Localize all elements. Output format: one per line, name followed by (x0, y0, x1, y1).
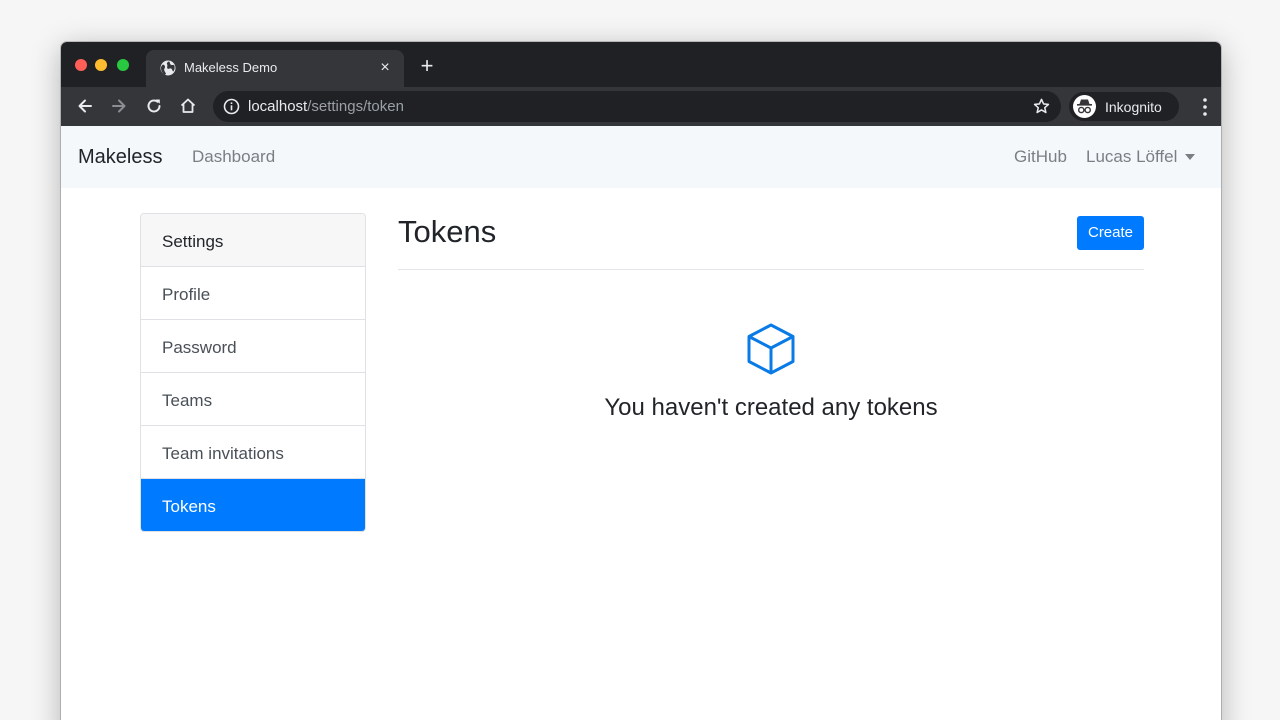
url-path: /settings/token (307, 98, 404, 115)
sidebar-item-team-invitations[interactable]: Team invitations (141, 426, 365, 479)
caret-down-icon (1185, 154, 1195, 160)
back-arrow-icon[interactable] (75, 96, 95, 116)
minimize-window-button[interactable] (95, 59, 107, 71)
sidebar-item-tokens[interactable]: Tokens (141, 479, 365, 531)
info-icon[interactable] (223, 98, 240, 115)
tab-strip: Makeless Demo × + (61, 42, 1221, 87)
forward-arrow-icon[interactable] (109, 96, 129, 116)
sidebar-item-teams[interactable]: Teams (141, 373, 365, 426)
url-text: localhost/settings/token (248, 98, 404, 115)
new-tab-button[interactable]: + (417, 55, 437, 77)
nav-link-dashboard[interactable]: Dashboard (192, 147, 275, 167)
header-divider (398, 269, 1144, 270)
brand-logo[interactable]: Makeless (78, 145, 162, 169)
browser-tab[interactable]: Makeless Demo × (146, 50, 404, 87)
url-host: localhost (248, 98, 308, 115)
sidebar-header: Settings (141, 214, 365, 267)
sidebar-item-profile[interactable]: Profile (141, 267, 365, 320)
more-menu-icon[interactable] (1202, 97, 1208, 117)
tab-close-icon[interactable]: × (376, 59, 394, 77)
sidebar-item-password[interactable]: Password (141, 320, 365, 373)
star-icon[interactable] (1032, 97, 1051, 116)
user-menu-toggle[interactable]: Lucas Löffel (1086, 147, 1177, 167)
incognito-profile-button[interactable]: Inkognito (1069, 92, 1179, 121)
browser-toolbar: localhost/settings/token Inkognito (61, 87, 1221, 126)
close-window-button[interactable] (75, 59, 87, 71)
settings-sidebar: Settings Profile Password Teams Team inv… (140, 213, 366, 532)
create-token-button[interactable]: Create (1077, 216, 1144, 250)
address-bar[interactable]: localhost/settings/token (213, 91, 1061, 122)
incognito-icon (1073, 95, 1096, 118)
box-icon (744, 322, 798, 376)
tab-title: Makeless Demo (184, 60, 278, 75)
home-icon[interactable] (178, 96, 198, 116)
reload-icon[interactable] (144, 96, 164, 116)
maximize-window-button[interactable] (117, 59, 129, 71)
browser-window: Makeless Demo × + localhost/settings/tok… (61, 42, 1221, 720)
profile-label: Inkognito (1105, 99, 1162, 115)
globe-icon (160, 60, 176, 76)
nav-link-github[interactable]: GitHub (1014, 147, 1067, 167)
empty-state-message: You haven't created any tokens (604, 394, 938, 421)
page-title: Tokens (398, 214, 497, 249)
site-navbar: Makeless Dashboard GitHub Lucas Löffel (61, 126, 1221, 188)
